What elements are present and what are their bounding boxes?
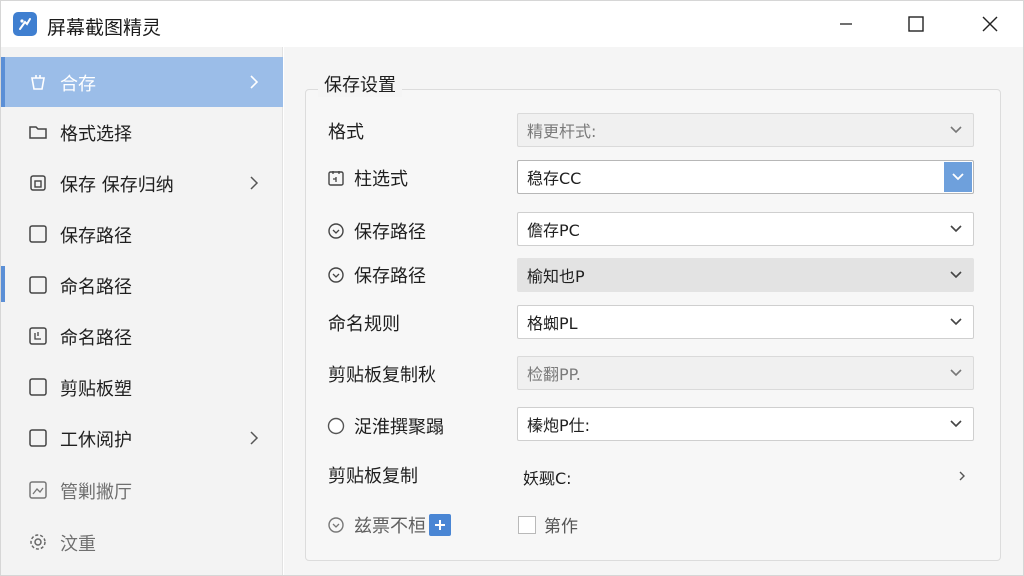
sidebar-item-clipboard[interactable]: 剪贴板塑 <box>1 362 283 412</box>
clipboard-copy-value[interactable]: 妖觋C: <box>523 465 572 489</box>
row-label-text: 保存路径 <box>354 266 426 287</box>
square-icon <box>28 377 48 397</box>
sidebar-item-label: 剪贴板塑 <box>60 379 132 400</box>
sidebar-item-label: 命名路径 <box>60 328 132 349</box>
checkbox-label: 第作 <box>544 517 578 537</box>
app-window: 屏幕截图精灵 合存 格式选择 保存 保存归纳 保存路径 命名路径 命名路径 剪贴… <box>0 0 1024 576</box>
scroll-marker <box>1 266 5 302</box>
row-label-text: 保存路径 <box>354 222 426 243</box>
sidebar-item-tools[interactable]: 工休阅护 <box>1 413 283 463</box>
sidebar-item-label: 格式选择 <box>60 124 132 145</box>
clipboard-copy-label: 剪贴板复制秋 <box>328 365 436 386</box>
format-label: 格式 <box>328 122 364 143</box>
app-title: 屏幕截图精灵 <box>47 17 162 39</box>
row-label-text: 浞淮撰聚蹋 <box>354 417 444 438</box>
select-value: 稳存CC <box>527 169 582 188</box>
row-label-text: 柱选式 <box>354 169 408 190</box>
folder-icon <box>28 122 48 142</box>
sidebar-item-save-archive[interactable]: 保存 保存归纳 <box>1 158 283 208</box>
sidebar-item-label: 保存 保存归纳 <box>60 175 174 196</box>
chevron-down-icon <box>949 123 963 137</box>
add-button[interactable] <box>429 514 451 536</box>
option-checkbox[interactable] <box>518 516 536 534</box>
clipboard-copy-label-2: 剪贴板复制 <box>328 466 418 487</box>
square-icon <box>28 275 48 295</box>
app-logo-icon <box>13 12 37 36</box>
sidebar-item-label: 保存路径 <box>60 226 132 247</box>
chevron-right-icon <box>247 75 261 89</box>
image-icon <box>28 480 48 500</box>
basket-icon <box>28 72 48 92</box>
select-value: 儋存PC <box>527 221 580 240</box>
sidebar-item-settings[interactable]: 汶重 <box>1 517 283 567</box>
maximize-icon <box>908 16 924 32</box>
clock-icon <box>326 221 346 241</box>
clock-icon <box>326 265 346 285</box>
close-icon <box>982 16 998 32</box>
minimize-icon <box>840 23 852 25</box>
clock-icon <box>326 515 346 535</box>
format-select[interactable]: 精更杆式: <box>517 113 974 147</box>
chevron-right-icon[interactable] <box>956 470 968 482</box>
chevron-down-icon <box>944 162 972 192</box>
chevron-right-icon <box>247 431 261 445</box>
select-value: 格蜘PL <box>527 314 578 333</box>
plus-icon <box>435 520 445 530</box>
footer-option-label: 兹票不桓 <box>326 512 426 538</box>
sidebar-item-save[interactable]: 合存 <box>1 57 283 107</box>
select-value: 榛炮P仕: <box>527 416 591 435</box>
maximize-button[interactable] <box>893 1 939 47</box>
option-radio-label[interactable]: 浞淮撰聚蹋 <box>326 413 444 439</box>
chevron-down-icon <box>949 222 963 236</box>
chevron-down-icon <box>949 268 963 282</box>
square-icon <box>28 224 48 244</box>
crop-icon <box>28 326 48 346</box>
select-value: 榆知也P <box>527 267 585 286</box>
sidebar-item-label: 合存 <box>60 74 96 95</box>
save-path-label-2: 保存路径 <box>326 262 426 288</box>
calendar-icon <box>326 168 346 188</box>
title-bar: 屏幕截图精灵 <box>1 1 1023 47</box>
sidebar: 合存 格式选择 保存 保存归纳 保存路径 命名路径 命名路径 剪贴板塑 工休阅护… <box>1 47 283 575</box>
save-icon <box>28 173 48 193</box>
sidebar-item-naming-path[interactable]: 命名路径 <box>1 260 283 310</box>
sidebar-item-manage[interactable]: 管剿撇厅 <box>1 465 283 515</box>
save-path-label: 保存路径 <box>326 218 426 244</box>
save-path-select-2[interactable]: 榆知也P <box>517 258 974 292</box>
sidebar-item-save-path[interactable]: 保存路径 <box>1 209 283 259</box>
save-path-select[interactable]: 儋存PC <box>517 212 974 246</box>
clipboard-copy-select[interactable]: 检翻PP. <box>517 356 974 390</box>
naming-rule-label: 命名规则 <box>328 314 400 335</box>
close-button[interactable] <box>967 1 1013 47</box>
pillar-format-select[interactable]: 稳存CC <box>517 160 974 194</box>
sidebar-item-label: 命名路径 <box>60 277 132 298</box>
pillar-format-label: 柱选式 <box>326 165 408 191</box>
sidebar-item-naming-path-2[interactable]: 命名路径 <box>1 311 283 361</box>
select-value: 精更杆式: <box>527 122 597 141</box>
sidebar-item-format[interactable]: 格式选择 <box>1 107 283 157</box>
radio-icon[interactable] <box>326 416 346 436</box>
group-title: 保存设置 <box>318 71 402 97</box>
chevron-down-icon <box>949 315 963 329</box>
option-select[interactable]: 榛炮P仕: <box>517 407 974 441</box>
sidebar-item-label: 工休阅护 <box>60 430 132 451</box>
naming-rule-select[interactable]: 格蜘PL <box>517 305 974 339</box>
chevron-right-icon <box>247 176 261 190</box>
chevron-down-icon <box>949 417 963 431</box>
row-label-text: 兹票不桓 <box>354 516 426 537</box>
chevron-down-icon <box>949 366 963 380</box>
select-value: 检翻PP. <box>527 365 581 384</box>
gear-icon <box>28 532 48 552</box>
sidebar-item-label: 管剿撇厅 <box>60 482 132 503</box>
minimize-button[interactable] <box>823 1 869 47</box>
sidebar-item-label: 汶重 <box>60 534 96 555</box>
square-icon <box>28 428 48 448</box>
